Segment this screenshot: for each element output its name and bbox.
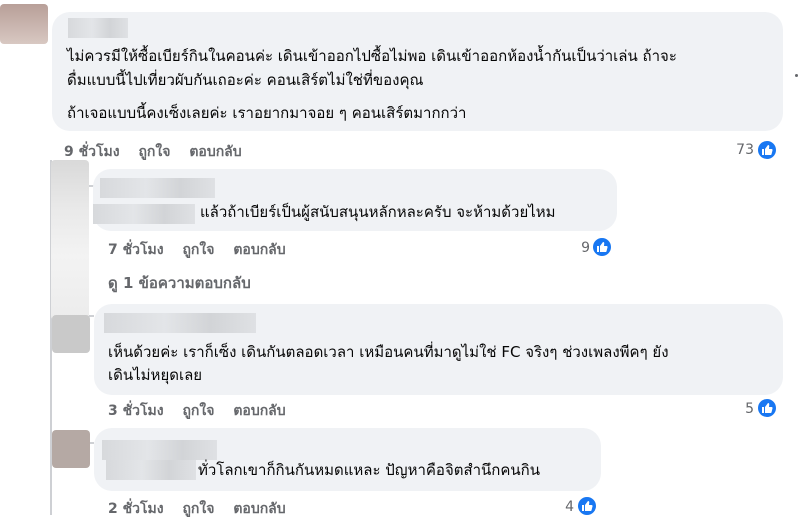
like-button[interactable]: ถูกใจ <box>138 144 170 160</box>
thumbs-up-icon[interactable] <box>756 397 778 419</box>
timestamp[interactable]: 9 ชั่วโมง <box>64 144 120 160</box>
more-options-icon[interactable] <box>795 74 798 77</box>
avatar[interactable] <box>51 160 89 320</box>
commenter-name[interactable] <box>100 178 215 198</box>
reply-button[interactable]: ตอบกลับ <box>189 144 241 160</box>
comment-actions: 2 ชั่วโมง ถูกใจ ตอบกลับ <box>108 498 300 520</box>
reply-button[interactable]: ตอบกลับ <box>233 501 285 517</box>
comment-text-line: ทั่วโลกเขาก็กินกันหมดแหละ ปัญหาคือจิตสำน… <box>198 461 541 479</box>
like-count[interactable]: 4 <box>550 499 574 515</box>
commenter-name[interactable] <box>104 313 256 333</box>
avatar[interactable] <box>52 315 90 353</box>
like-button[interactable]: ถูกใจ <box>182 403 214 419</box>
comment-text-line: แล้วถ้าเบียร์เป็นผู้สนับสนุนหลักหละครับ … <box>200 203 556 221</box>
like-count[interactable]: 9 <box>565 240 590 256</box>
comment-text-line: เห็นด้วยค่ะ เราก็เซ็ง เดินกันตลอดเวลา เห… <box>108 343 669 361</box>
comment-text-line: ไม่ควรมีให้ซื้อเบียร์กินในคอนค่ะ เดินเข้… <box>67 47 677 65</box>
like-button[interactable]: ถูกใจ <box>182 242 214 258</box>
commenter-name[interactable] <box>106 460 196 480</box>
timestamp[interactable]: 7 ชั่วโมง <box>108 242 164 258</box>
commenter-name[interactable] <box>102 440 217 460</box>
reply-button[interactable]: ตอบกลับ <box>233 403 285 419</box>
like-count[interactable]: 73 <box>720 142 754 158</box>
comment-actions: 9 ชั่วโมง ถูกใจ ตอบกลับ <box>64 141 256 163</box>
timestamp[interactable]: 3 ชั่วโมง <box>108 403 164 419</box>
comment-actions: 3 ชั่วโมง ถูกใจ ตอบกลับ <box>108 400 300 422</box>
avatar[interactable] <box>52 430 90 468</box>
reply-button[interactable]: ตอบกลับ <box>233 242 285 258</box>
thumbs-up-icon[interactable] <box>576 495 598 517</box>
comment-text-line: ดื่มแบบนี้ไปเที่ยวผับกันเถอะค่ะ คอนเสิร์… <box>67 71 424 89</box>
comment-text-line: เดินไม่หยุดเลย <box>108 366 203 384</box>
like-count[interactable]: 5 <box>730 401 754 417</box>
view-replies-link[interactable]: ดู 1 ข้อความตอบกลับ <box>108 271 251 295</box>
thumbs-up-icon[interactable] <box>756 139 778 161</box>
timestamp[interactable]: 2 ชั่วโมง <box>108 501 164 517</box>
comment-text-line: ถ้าเจอแบบนี้คงเซ็งเลยค่ะ เราอยากมาจอย ๆ … <box>67 104 467 122</box>
commenter-name[interactable] <box>93 204 195 224</box>
like-button[interactable]: ถูกใจ <box>182 501 214 517</box>
commenter-name[interactable] <box>68 18 128 38</box>
comment-actions: 7 ชั่วโมง ถูกใจ ตอบกลับ <box>108 239 300 261</box>
thumbs-up-icon[interactable] <box>591 236 613 258</box>
avatar[interactable] <box>0 4 48 44</box>
